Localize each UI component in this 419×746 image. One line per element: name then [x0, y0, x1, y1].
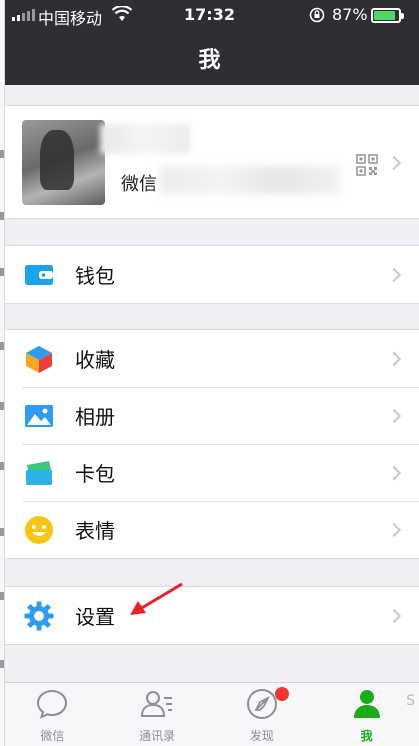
battery-percent: 87%: [332, 5, 368, 24]
menu-item-favorites[interactable]: 收藏: [0, 330, 419, 387]
tab-label: 微信: [40, 729, 65, 743]
chevron-right-icon: [386, 155, 402, 171]
chat-icon: [37, 689, 68, 719]
tab-contacts[interactable]: 通讯录: [105, 683, 210, 746]
smiley-icon: [25, 516, 53, 544]
rotation-lock-icon: [309, 7, 325, 23]
menu-label-cards: 卡包: [75, 462, 115, 486]
avatar[interactable]: [22, 120, 105, 205]
chevron-right-icon: [386, 465, 402, 481]
menu-label-wallet: 钱包: [75, 264, 115, 288]
tab-chats[interactable]: 微信: [0, 683, 105, 746]
profile-card[interactable]: 微信: [0, 105, 419, 219]
content-group: 收藏 相册 卡包 表情: [0, 329, 419, 559]
chevron-right-icon: [386, 351, 402, 367]
annotation-arrow-icon: [130, 582, 183, 615]
album-icon: [25, 405, 53, 427]
battery-icon: [371, 8, 404, 23]
card-pack-icon: [26, 461, 52, 485]
wallet-group: 钱包: [0, 245, 419, 304]
navigation-bar: 中国移动 17:32 87% 我: [0, 0, 419, 85]
watermark: S: [406, 693, 415, 709]
status-bar: 中国移动 17:32 87%: [0, 0, 419, 30]
compass-icon: [246, 689, 277, 719]
tab-label: 我: [360, 729, 373, 743]
previous-screen-edge: [0, 0, 5, 746]
chevron-right-icon: [386, 408, 402, 424]
me-icon: [353, 690, 380, 718]
tab-discover[interactable]: 发现: [210, 683, 315, 746]
menu-label-settings: 设置: [75, 605, 115, 629]
menu-item-album[interactable]: 相册: [0, 387, 419, 444]
notification-badge: [275, 687, 289, 701]
menu-label-album: 相册: [75, 405, 115, 429]
menu-item-stickers[interactable]: 表情: [0, 501, 419, 558]
wechat-id-redacted: [160, 166, 340, 194]
qr-code-icon[interactable]: [356, 154, 378, 176]
chevron-right-icon: [386, 267, 402, 283]
tab-me[interactable]: 我 S: [314, 683, 419, 746]
gear-icon: [24, 601, 54, 631]
tab-bar: 微信 通讯录 发现 我 S: [0, 682, 419, 746]
menu-item-wallet[interactable]: 钱包: [0, 246, 419, 303]
chevron-right-icon: [386, 608, 402, 624]
menu-item-settings[interactable]: 设置: [0, 587, 419, 644]
page-title: 我: [198, 48, 221, 73]
wechat-id-label: 微信: [121, 174, 157, 195]
menu-label-favorites: 收藏: [75, 348, 115, 372]
settings-group: 设置: [0, 586, 419, 645]
contacts-icon: [141, 691, 173, 717]
menu-item-cards[interactable]: 卡包: [0, 444, 419, 501]
wallet-icon: [25, 265, 53, 285]
chevron-right-icon: [386, 522, 402, 538]
menu-label-stickers: 表情: [75, 519, 115, 543]
tab-label: 通讯录: [139, 729, 176, 743]
favorites-cube-icon: [26, 346, 52, 373]
tab-label: 发现: [249, 729, 274, 743]
nickname-redacted: [100, 124, 190, 154]
